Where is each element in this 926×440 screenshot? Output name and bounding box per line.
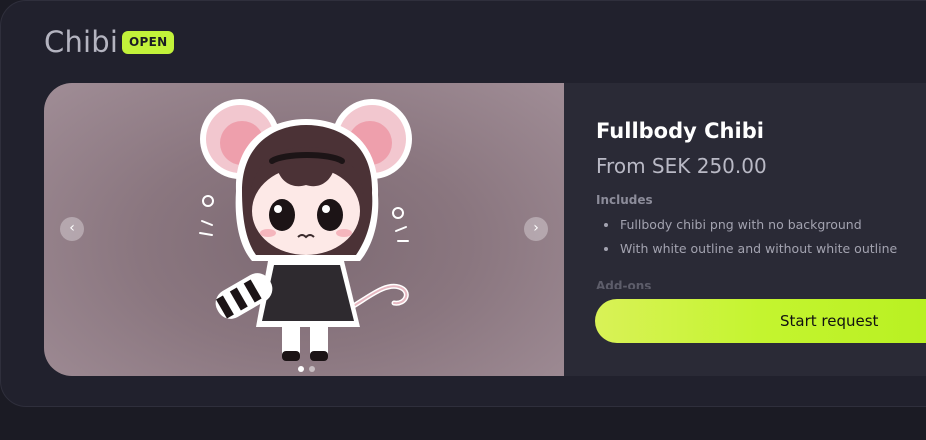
start-request-button[interactable]: Start request [595, 299, 926, 343]
carousel-next-button[interactable]: › [524, 217, 548, 241]
carousel-prev-button[interactable]: ‹ [60, 217, 84, 241]
section-title: Chibi [44, 25, 119, 59]
includes-list: Fullbody chibi png with no background Wi… [602, 213, 897, 261]
carousel-dot[interactable] [298, 366, 304, 372]
includes-heading: Includes [596, 193, 653, 207]
list-item: Fullbody chibi png with no background [602, 213, 897, 237]
carousel-dots [298, 366, 315, 372]
commission-card: Chibi OPEN ‹ › Fullbody Chibi From SEK 2… [0, 0, 926, 407]
carousel-dot[interactable] [309, 366, 315, 372]
image-carousel[interactable]: ‹ › [44, 83, 564, 376]
product-price: From SEK 250.00 [596, 154, 767, 178]
addons-heading: Add-ons [596, 279, 652, 289]
list-item: With white outline and without white out… [602, 237, 897, 261]
product-name: Fullbody Chibi [596, 119, 764, 143]
status-badge: OPEN [122, 31, 175, 54]
chibi-illustration [199, 99, 412, 361]
